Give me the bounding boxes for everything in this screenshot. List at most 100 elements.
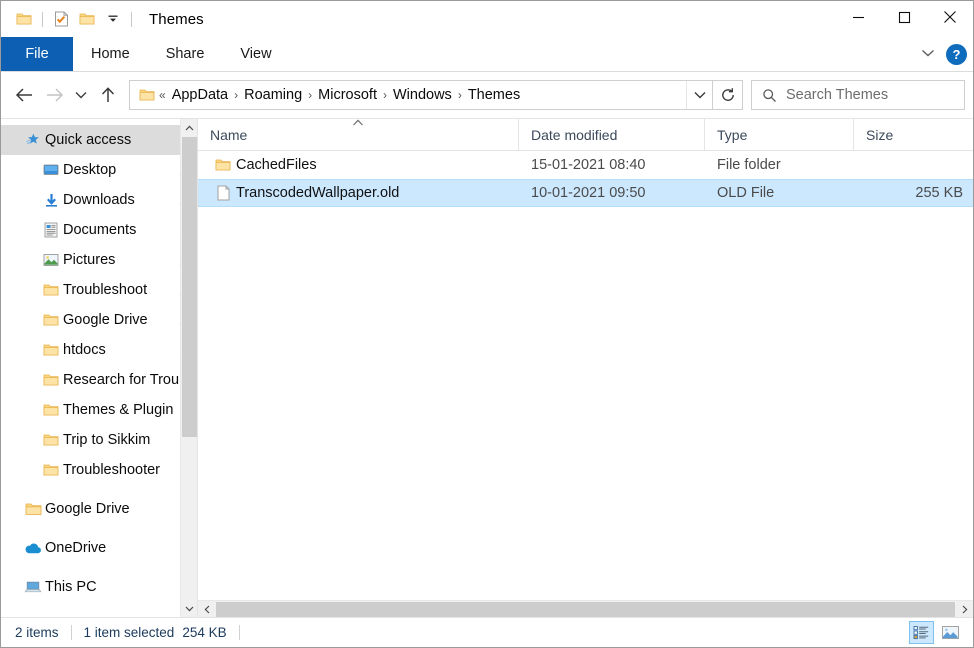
quick-access-star-icon (21, 132, 45, 148)
column-header-label: Name (210, 126, 248, 143)
chevron-down-icon[interactable] (920, 45, 936, 63)
folder-icon (39, 283, 63, 297)
close-button[interactable] (927, 1, 973, 33)
status-divider-2 (238, 625, 240, 640)
ribbon-tab-bar: File Home Share View ? (1, 37, 973, 72)
pictures-icon (39, 253, 63, 267)
recent-locations-button[interactable] (69, 80, 93, 110)
properties-icon[interactable] (48, 6, 74, 32)
large-icons-view-button[interactable] (938, 621, 963, 644)
sidebar-item-troubleshooter[interactable]: Troubleshooter (1, 455, 197, 485)
help-button[interactable]: ? (946, 43, 967, 65)
folder-icon (39, 373, 63, 387)
forward-button[interactable] (39, 80, 69, 110)
sidebar-item-desktop[interactable]: Desktop (1, 155, 197, 185)
tab-view[interactable]: View (222, 37, 289, 71)
breadcrumb-overflow[interactable]: « (158, 88, 167, 102)
navigation-list: Quick access Desktop Downloads Documents… (1, 119, 197, 617)
sidebar-item-google-drive-pinned[interactable]: Google Drive (1, 305, 197, 335)
file-name-cell: TranscodedWallpaper.old (198, 185, 519, 201)
breadcrumb: « AppData › Roaming › Microsoft › Window… (130, 81, 686, 109)
sidebar-item-label: Pictures (63, 252, 116, 268)
breadcrumb-item-windows[interactable]: Windows (388, 87, 457, 103)
tab-share[interactable]: Share (148, 37, 223, 71)
sidebar-item-label: Desktop (63, 162, 117, 178)
horizontal-scrollbar-thumb[interactable] (216, 601, 955, 617)
search-input[interactable]: Search Themes (751, 80, 965, 110)
chevron-down-icon[interactable] (181, 600, 198, 617)
sidebar-item-label: Google Drive (63, 312, 148, 328)
sidebar-item-troubleshoot[interactable]: Troubleshoot (1, 275, 197, 305)
documents-icon (39, 222, 63, 238)
table-row[interactable]: CachedFiles 15-01-2021 08:40 File folder (198, 151, 973, 179)
tab-home[interactable]: Home (73, 37, 148, 71)
sidebar-scrollbar[interactable] (180, 119, 197, 617)
sidebar-item-themes-and-plugins[interactable]: Themes & Plugin (1, 395, 197, 425)
file-name-label: CachedFiles (236, 157, 317, 173)
downloads-icon (39, 193, 63, 208)
sidebar-item-label: htdocs (63, 342, 106, 358)
folder-icon (136, 88, 158, 102)
sidebar-item-pictures[interactable]: Pictures (1, 245, 197, 275)
sidebar-item-research-for-troubleshooting[interactable]: Research for Trou (1, 365, 197, 395)
breadcrumb-item-themes[interactable]: Themes (463, 87, 525, 103)
back-button[interactable] (9, 80, 39, 110)
folder-icon (39, 313, 63, 327)
quick-access-toolbar (1, 6, 137, 32)
column-header-size[interactable]: Size (854, 119, 973, 150)
view-mode-buttons (909, 618, 963, 647)
toolbar-divider-2 (131, 11, 132, 27)
sidebar-item-documents[interactable]: Documents (1, 215, 197, 245)
details-view-button[interactable] (909, 621, 934, 644)
column-header-name[interactable]: Name (198, 119, 519, 150)
breadcrumb-item-microsoft[interactable]: Microsoft (313, 87, 382, 103)
search-icon (752, 88, 786, 103)
tab-file[interactable]: File (1, 37, 73, 71)
sort-ascending-icon (353, 119, 364, 128)
column-header-row: Name Date modified Type Size (198, 119, 973, 151)
new-folder-icon[interactable] (74, 6, 100, 32)
sidebar-item-htdocs[interactable]: htdocs (1, 335, 197, 365)
maximize-button[interactable] (881, 1, 927, 33)
this-pc-icon (21, 580, 45, 594)
column-header-type[interactable]: Type (705, 119, 854, 150)
sidebar-item-downloads[interactable]: Downloads (1, 185, 197, 215)
sidebar-item-google-drive[interactable]: Google Drive (1, 494, 197, 524)
selection-size-label: 254 KB (182, 625, 227, 640)
minimize-button[interactable] (835, 1, 881, 33)
window-title: Themes (149, 10, 204, 28)
chevron-left-icon[interactable] (198, 601, 215, 618)
search-placeholder: Search Themes (786, 87, 889, 103)
file-icon (210, 185, 236, 201)
address-bar[interactable]: « AppData › Roaming › Microsoft › Window… (129, 80, 713, 110)
sidebar-item-this-pc[interactable]: This PC (1, 572, 197, 602)
sidebar-item-label: Google Drive (45, 501, 130, 517)
chevron-right-icon[interactable] (956, 601, 973, 618)
file-type-cell: OLD File (717, 185, 775, 201)
sidebar-item-label: Quick access (45, 132, 132, 148)
chevron-down-icon[interactable] (686, 81, 712, 109)
chevron-up-icon[interactable] (181, 119, 198, 136)
navigation-bar: « AppData › Roaming › Microsoft › Window… (1, 72, 973, 118)
column-header-label: Date modified (531, 126, 618, 143)
item-count-label: 2 items (15, 625, 59, 640)
column-header-date-modified[interactable]: Date modified (519, 119, 705, 150)
refresh-button[interactable] (713, 80, 743, 110)
folder-icon[interactable] (11, 6, 37, 32)
file-date-cell: 10-01-2021 09:50 (531, 185, 646, 201)
sidebar-item-quick-access[interactable]: Quick access (1, 125, 197, 155)
sidebar-group-gap-1 (1, 485, 197, 494)
breadcrumb-item-roaming[interactable]: Roaming (239, 87, 307, 103)
sidebar-scrollbar-thumb[interactable] (182, 137, 197, 437)
file-name-cell: CachedFiles (198, 157, 519, 173)
horizontal-scrollbar[interactable] (198, 600, 973, 617)
breadcrumb-item-appdata[interactable]: AppData (167, 87, 233, 103)
sidebar-item-onedrive[interactable]: OneDrive (1, 533, 197, 563)
table-row[interactable]: TranscodedWallpaper.old 10-01-2021 09:50… (198, 179, 973, 207)
up-button[interactable] (93, 80, 123, 110)
file-list-area: Name Date modified Type Size CachedFiles… (197, 119, 973, 617)
chevron-down-icon[interactable] (100, 6, 126, 32)
title-bar: Themes (1, 1, 973, 37)
status-divider-1 (70, 625, 72, 640)
sidebar-item-trip-to-sikkim[interactable]: Trip to Sikkim (1, 425, 197, 455)
